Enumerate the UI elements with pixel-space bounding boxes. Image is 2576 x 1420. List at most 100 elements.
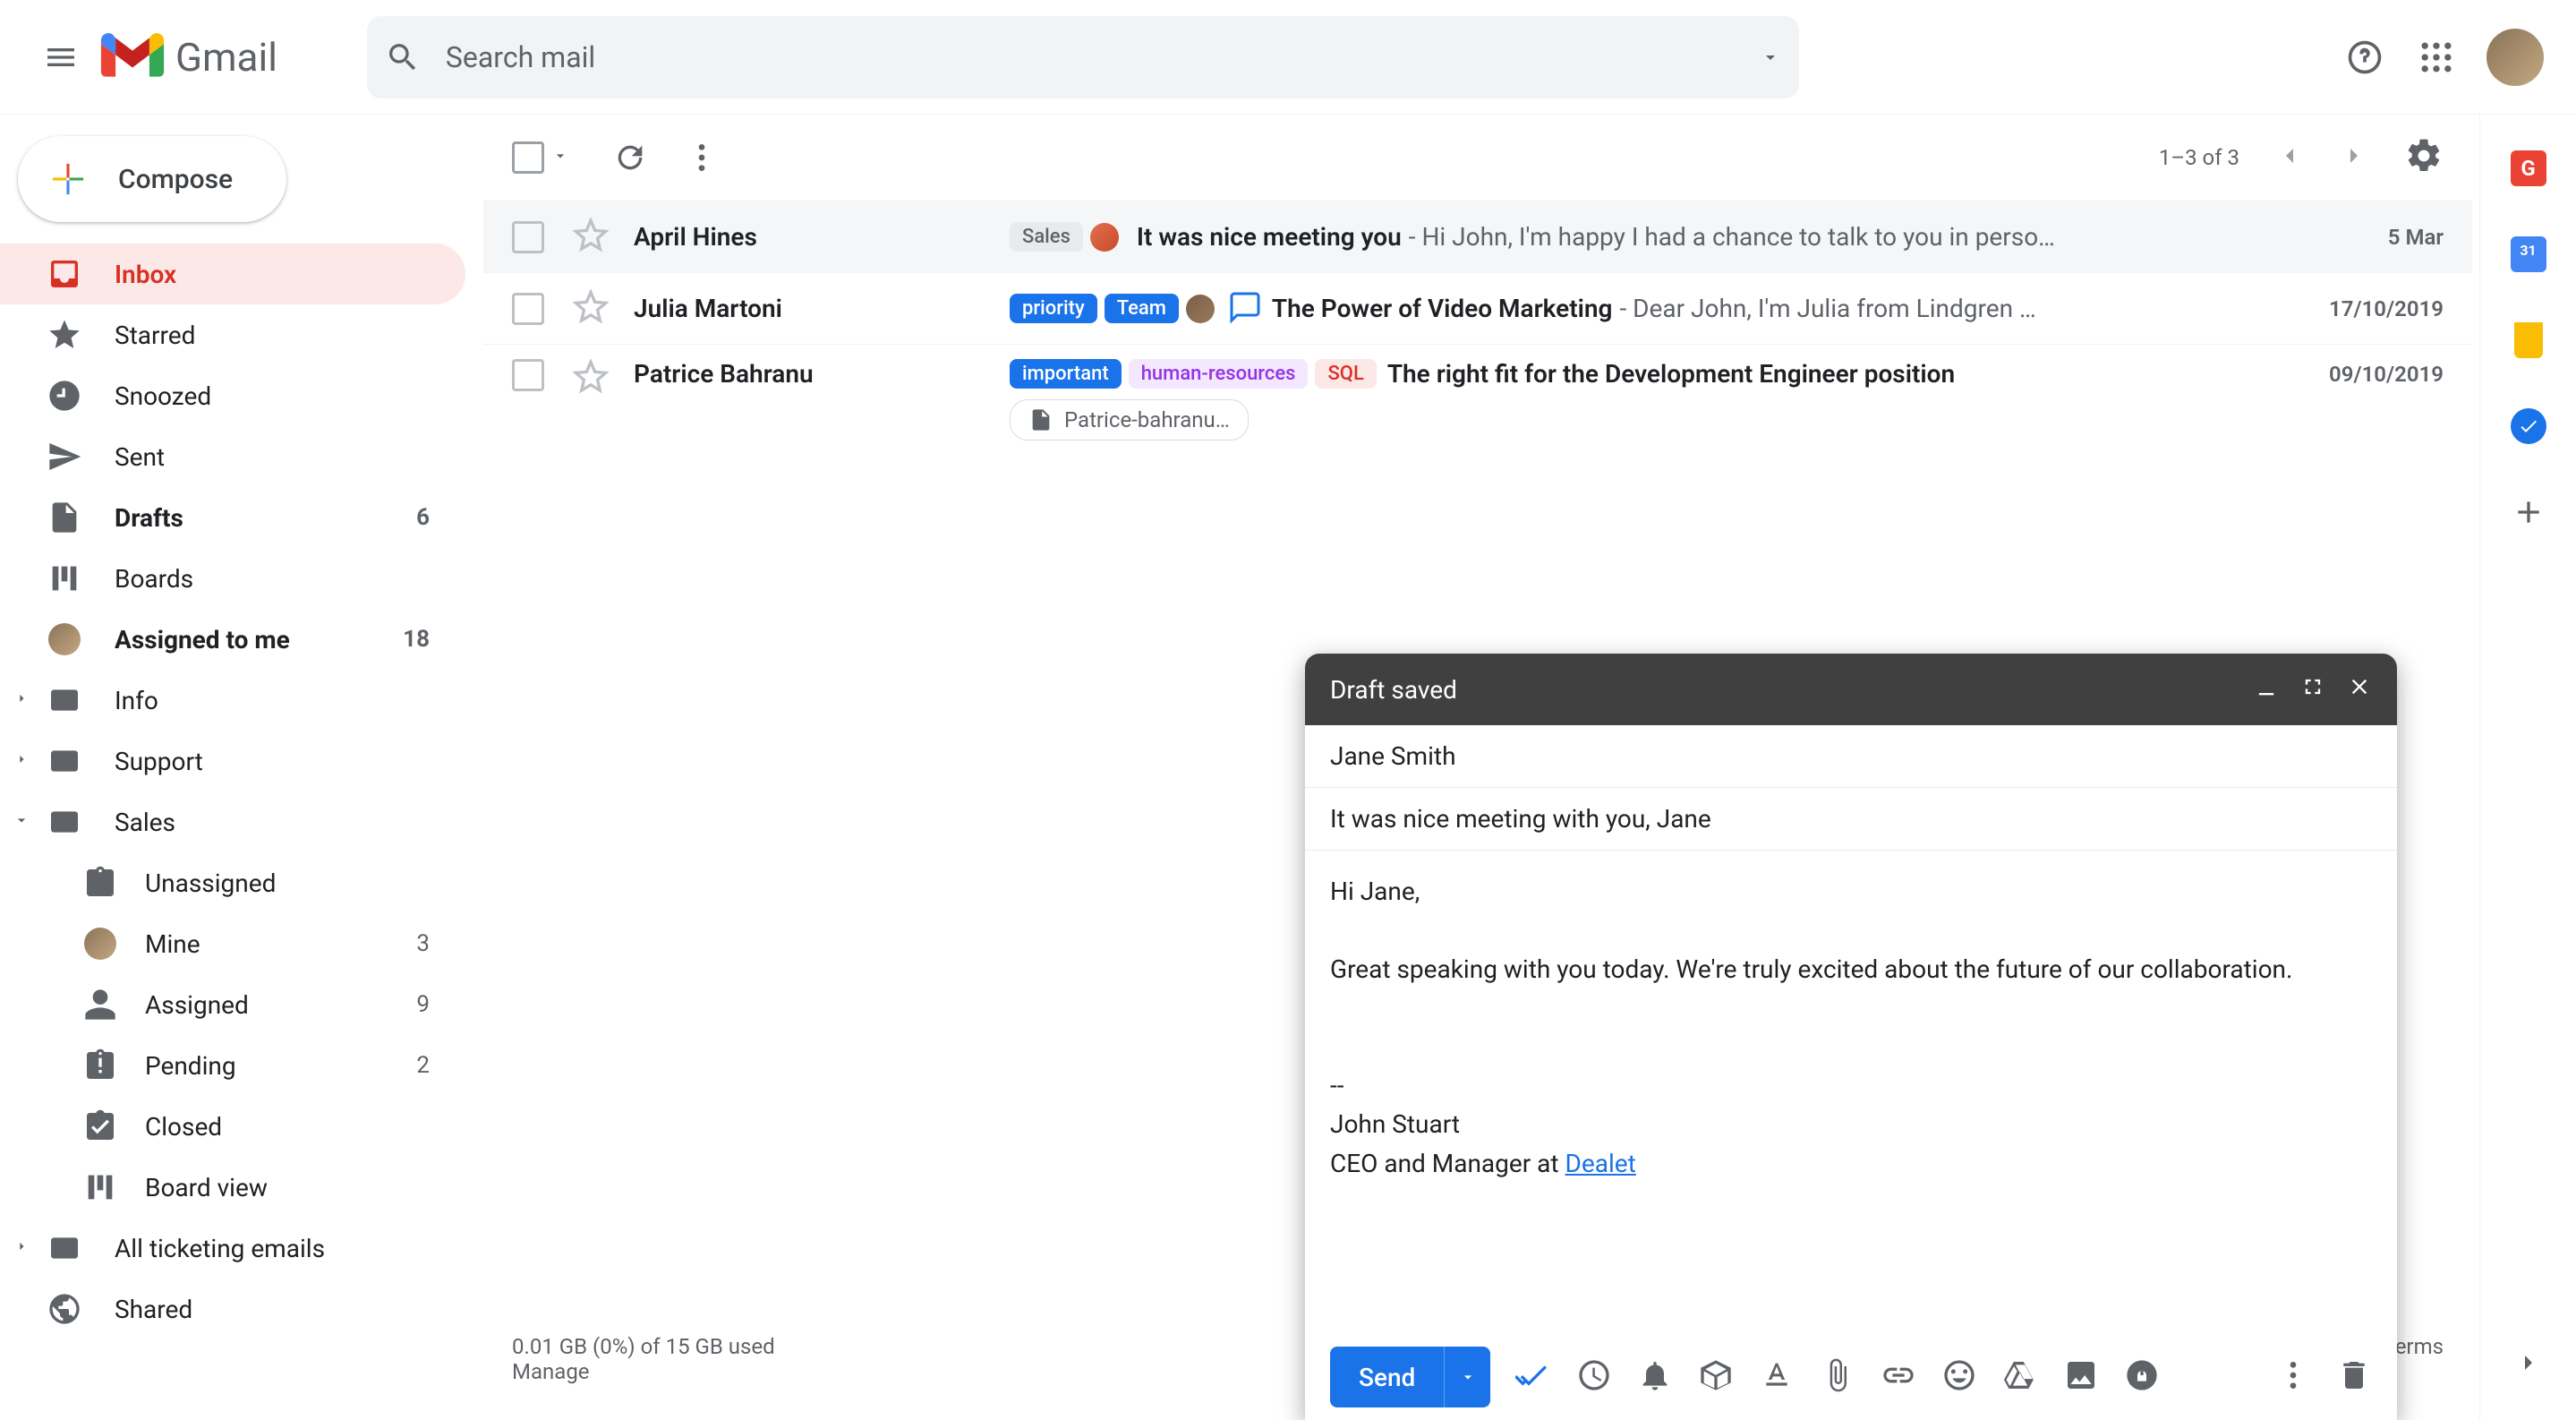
expand-icon[interactable] bbox=[13, 689, 34, 711]
calendar-icon[interactable] bbox=[2507, 233, 2550, 276]
sidebar-item-board-view[interactable]: Board view bbox=[68, 1157, 465, 1218]
subject-field[interactable]: It was nice meeting with you, Jane bbox=[1305, 788, 2397, 851]
link-icon[interactable] bbox=[1881, 1357, 1916, 1397]
search-options-icon[interactable] bbox=[1760, 47, 1781, 68]
collapse-panel-icon[interactable] bbox=[2507, 1341, 2550, 1384]
sidebar-item-info[interactable]: Info bbox=[0, 670, 465, 731]
sidebar-item-inbox[interactable]: Inbox bbox=[0, 244, 465, 304]
attach-icon[interactable] bbox=[1820, 1357, 1855, 1397]
sidebar-item-all-ticketing[interactable]: All ticketing emails bbox=[0, 1218, 465, 1279]
main-menu-button[interactable] bbox=[39, 36, 82, 79]
discard-icon[interactable] bbox=[2336, 1357, 2372, 1397]
star-button[interactable] bbox=[573, 218, 634, 257]
expand-icon[interactable] bbox=[13, 1237, 34, 1259]
select-all-checkbox[interactable] bbox=[512, 141, 544, 174]
expand-icon[interactable] bbox=[13, 750, 34, 772]
compose-body[interactable]: Hi Jane, Great speaking with you today. … bbox=[1305, 851, 2397, 1334]
nav-label: Boards bbox=[115, 564, 465, 594]
send-button[interactable]: Send bbox=[1330, 1347, 1444, 1407]
sidebar-item-assigned-to-me[interactable]: Assigned to me 18 bbox=[0, 609, 465, 670]
settings-button[interactable] bbox=[2404, 136, 2444, 179]
nav-count: 3 bbox=[416, 930, 430, 957]
email-row[interactable]: April Hines Sales It was nice meeting yo… bbox=[483, 201, 2472, 272]
schedule-icon[interactable] bbox=[1576, 1357, 1612, 1397]
format-icon[interactable] bbox=[1759, 1357, 1795, 1397]
sidebar-item-boards[interactable]: Boards bbox=[0, 548, 465, 609]
manage-link[interactable]: Manage bbox=[512, 1359, 590, 1384]
more-button[interactable] bbox=[684, 140, 720, 175]
tracking-icon[interactable] bbox=[1515, 1357, 1551, 1397]
sidebar-item-support[interactable]: Support bbox=[0, 731, 465, 791]
close-button[interactable] bbox=[2347, 674, 2372, 706]
select-dropdown[interactable] bbox=[551, 147, 569, 168]
sender-name: Julia Martoni bbox=[634, 294, 1010, 323]
row-checkbox[interactable] bbox=[512, 359, 544, 391]
email-preview: - Dear John, I'm Julia from Lindgren … bbox=[1619, 294, 2035, 323]
sidebar-item-closed[interactable]: Closed bbox=[68, 1096, 465, 1157]
search-input[interactable] bbox=[446, 40, 1760, 74]
email-date: 09/10/2019 bbox=[2329, 362, 2444, 387]
confidential-icon[interactable] bbox=[2124, 1357, 2160, 1397]
tasks-icon[interactable] bbox=[2507, 405, 2550, 448]
row-checkbox[interactable] bbox=[512, 293, 544, 325]
to-field[interactable]: Jane Smith bbox=[1305, 725, 2397, 788]
fullscreen-button[interactable] bbox=[2300, 674, 2325, 706]
nav-label: Closed bbox=[145, 1112, 465, 1142]
search-icon bbox=[385, 39, 421, 75]
email-row[interactable]: Patrice Bahranu important human-resource… bbox=[483, 344, 2472, 451]
email-row[interactable]: Julia Martoni priority Team The Power of… bbox=[483, 272, 2472, 344]
sidebar-item-assigned[interactable]: Assigned 9 bbox=[68, 974, 465, 1035]
sidebar-item-unassigned[interactable]: Unassigned bbox=[68, 852, 465, 913]
minimize-button[interactable] bbox=[2254, 674, 2279, 706]
refresh-button[interactable] bbox=[612, 140, 648, 175]
compose-button[interactable]: Compose bbox=[18, 136, 286, 222]
drive-icon[interactable] bbox=[2002, 1357, 2038, 1397]
sidebar-item-sent[interactable]: Sent bbox=[0, 426, 465, 487]
sidebar-item-sales[interactable]: Sales bbox=[0, 791, 465, 852]
more-options-icon[interactable] bbox=[2275, 1357, 2311, 1397]
compose-toolbar: Send bbox=[1305, 1334, 2397, 1420]
keep-icon[interactable] bbox=[2507, 319, 2550, 362]
row-checkbox[interactable] bbox=[512, 221, 544, 253]
nav-label: Support bbox=[115, 747, 465, 776]
sender-name: Patrice Bahranu bbox=[634, 359, 1010, 389]
reminder-icon[interactable] bbox=[1637, 1357, 1673, 1397]
compose-header[interactable]: Draft saved bbox=[1305, 654, 2397, 725]
signature-link[interactable]: Dealet bbox=[1565, 1149, 1636, 1178]
next-page-button[interactable] bbox=[2340, 141, 2368, 174]
plus-icon bbox=[43, 154, 93, 204]
nav-label: Sales bbox=[115, 808, 465, 837]
email-subject: The right fit for the Development Engine… bbox=[1387, 359, 1955, 389]
sidebar-item-shared[interactable]: Shared bbox=[0, 1279, 465, 1339]
grammarly-icon[interactable]: G bbox=[2507, 147, 2550, 190]
account-avatar[interactable] bbox=[2486, 29, 2544, 86]
email-date: 5 Mar bbox=[2388, 225, 2444, 250]
send-options-button[interactable] bbox=[1444, 1347, 1490, 1407]
sidebar-item-pending[interactable]: Pending 2 bbox=[68, 1035, 465, 1096]
star-button[interactable] bbox=[573, 289, 634, 329]
gmail-logo[interactable]: Gmail bbox=[100, 33, 277, 81]
nav-label: Pending bbox=[145, 1051, 416, 1081]
sidebar-item-snoozed[interactable]: Snoozed bbox=[0, 365, 465, 426]
nav-label: Assigned to me bbox=[115, 625, 403, 654]
templates-icon[interactable] bbox=[1698, 1357, 1734, 1397]
star-button[interactable] bbox=[573, 359, 634, 398]
email-toolbar: 1–3 of 3 bbox=[483, 115, 2472, 201]
search-bar[interactable] bbox=[367, 16, 1799, 98]
prev-page-button[interactable] bbox=[2275, 141, 2304, 174]
sidebar-item-starred[interactable]: Starred bbox=[0, 304, 465, 365]
collapse-icon[interactable] bbox=[13, 811, 34, 833]
nav-label: Board view bbox=[145, 1173, 465, 1202]
emoji-icon[interactable] bbox=[1941, 1357, 1977, 1397]
apps-button[interactable] bbox=[2415, 36, 2458, 79]
nav-label: All ticketing emails bbox=[115, 1234, 465, 1263]
nav-label: Mine bbox=[145, 929, 416, 959]
nav-count: 2 bbox=[416, 1052, 430, 1079]
add-addon-icon[interactable] bbox=[2507, 491, 2550, 534]
side-panel: G bbox=[2479, 115, 2576, 1420]
image-icon[interactable] bbox=[2063, 1357, 2099, 1397]
sidebar-item-mine[interactable]: Mine 3 bbox=[68, 913, 465, 974]
support-button[interactable] bbox=[2343, 36, 2386, 79]
attachment-chip[interactable]: Patrice-bahranu… bbox=[1010, 399, 1249, 441]
sidebar-item-drafts[interactable]: Drafts 6 bbox=[0, 487, 465, 548]
